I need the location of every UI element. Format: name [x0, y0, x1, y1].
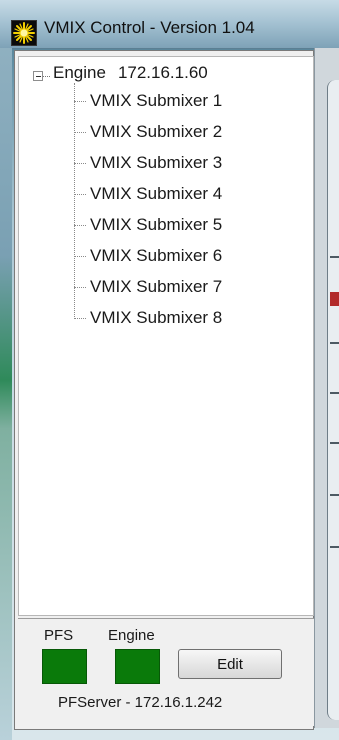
panel-tick: [330, 342, 339, 344]
panel-tick: [330, 546, 339, 548]
status-panel: PFS Engine Edit PFServer - 172.16.1.242: [18, 618, 314, 726]
panel-tick: [330, 494, 339, 496]
tree-connector: [74, 163, 86, 164]
tree-item-label: VMIX Submixer 7: [90, 277, 223, 296]
collapse-toggle-icon[interactable]: [33, 71, 43, 81]
tree-connector: [43, 76, 50, 77]
engine-label: Engine: [108, 627, 155, 644]
tree-root-engine[interactable]: Engine 172.16.1.60: [53, 63, 208, 83]
tree-connector: [74, 194, 86, 195]
tree-item-label: VMIX Submixer 2: [90, 122, 223, 141]
panel-tick: [330, 442, 339, 444]
pfs-status-indicator: [42, 649, 87, 684]
engine-status-indicator: [115, 649, 160, 684]
adjacent-panel-edge: [327, 80, 339, 720]
window-title: VMIX Control - Version 1.04: [44, 18, 255, 37]
tree-connector: [74, 101, 86, 102]
tree-item-label: VMIX Submixer 4: [90, 184, 223, 203]
tree-item-label: VMIX Submixer 8: [90, 308, 223, 327]
tree-connector: [74, 132, 86, 133]
tree-item-label: VMIX Submixer 1: [90, 91, 223, 110]
tree-item-label: VMIX Submixer 6: [90, 246, 223, 265]
tree-item-label: VMIX Submixer 5: [90, 215, 223, 234]
tree-connector: [74, 287, 86, 288]
pfs-label: PFS: [44, 627, 74, 644]
panel-tick: [330, 256, 339, 258]
tree-connector: [74, 318, 86, 319]
panel-tick-active: [330, 292, 339, 306]
tree-connector: [74, 256, 86, 257]
tree-connector: [74, 225, 86, 226]
server-address: PFServer - 172.16.1.242: [58, 694, 223, 711]
window-frame-left: [0, 48, 12, 740]
panel-tick: [330, 392, 339, 394]
device-tree[interactable]: Engine 172.16.1.60 VMIX Submixer 1 VMIX S…: [18, 56, 314, 616]
tree-item-label: VMIX Submixer 3: [90, 153, 223, 172]
engine-address: 172.16.1.60: [117, 63, 208, 82]
engine-name: Engine: [53, 63, 106, 82]
tree-connector: [74, 83, 75, 319]
title-bar[interactable]: VMIX Control - Version 1.04: [0, 0, 339, 49]
edit-button[interactable]: Edit: [178, 649, 282, 679]
starburst-icon[interactable]: [11, 20, 37, 46]
